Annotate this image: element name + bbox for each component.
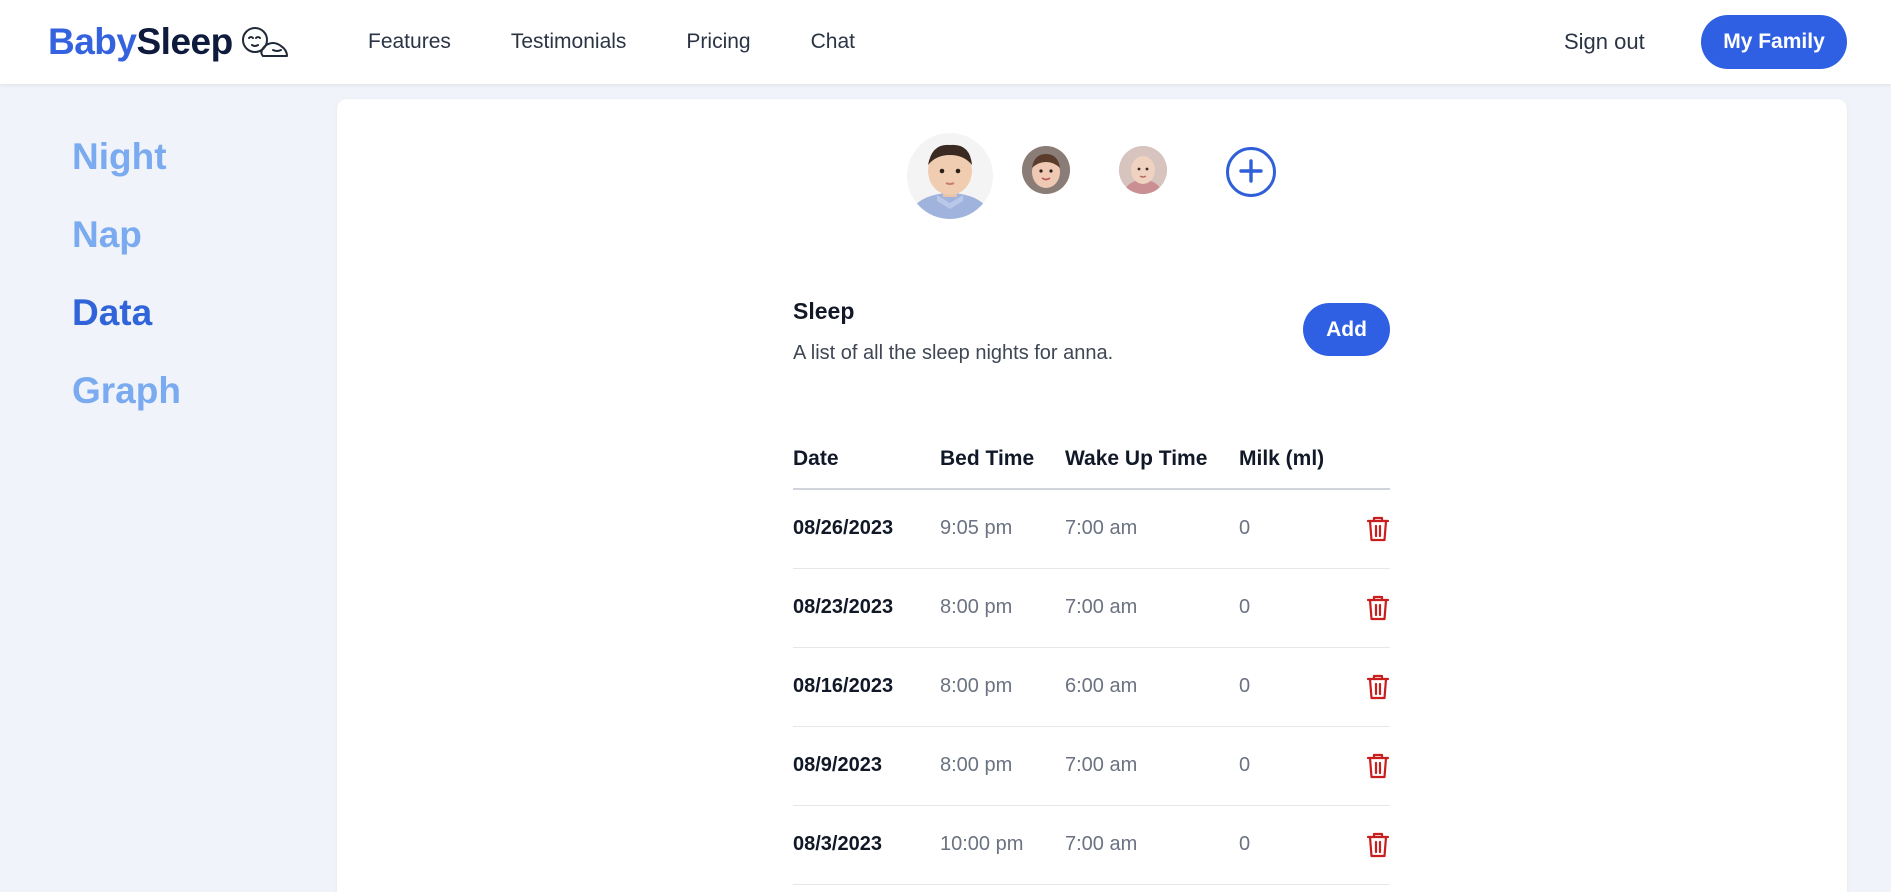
delete-cell (1349, 647, 1390, 727)
table-row: 08/3/2023 10:00 pm 7:00 am 0 (793, 805, 1390, 885)
column-header-wake-up-time: Wake Up Time (1065, 429, 1239, 490)
table-row: 08/23/2023 8:00 pm 7:00 am 0 (793, 568, 1390, 648)
delete-cell (1349, 489, 1390, 569)
table-row: 08/26/2023 9:05 pm 7:00 am 0 (793, 489, 1390, 569)
table-header-row: Date Bed Time Wake Up Time Milk (ml) (793, 429, 1390, 490)
sidebar-item-nap[interactable]: Nap (72, 206, 181, 284)
sidebar-item-graph[interactable]: Graph (72, 362, 181, 440)
column-header-milk: Milk (ml) (1239, 429, 1349, 490)
column-header-actions (1349, 429, 1390, 490)
child-selector (337, 99, 1847, 229)
cell-date: 08/3/2023 (793, 805, 940, 885)
sleep-section-subtitle: A list of all the sleep nights for anna. (793, 342, 1114, 364)
cell-milk: 0 (1239, 726, 1349, 806)
plus-circle-icon (1238, 154, 1264, 190)
cell-milk: 0 (1239, 647, 1349, 727)
sign-out-link[interactable]: Sign out (1564, 0, 1645, 84)
main-card: Sleep A list of all the sleep nights for… (337, 99, 1847, 892)
nav-link-chat[interactable]: Chat (811, 30, 855, 54)
table-row: 08/16/2023 8:00 pm 6:00 am 0 (793, 647, 1390, 727)
trash-icon[interactable] (1366, 673, 1390, 701)
top-nav-bar: Baby Sleep Features Testimonials Pricing … (0, 0, 1891, 84)
cell-bed-time: 8:00 pm (940, 726, 1065, 806)
logo-text-sleep: Sleep (136, 21, 233, 62)
cell-milk: 0 (1239, 805, 1349, 885)
delete-cell (1349, 805, 1390, 885)
brand-logo[interactable]: Baby Sleep (48, 18, 291, 66)
sidebar-item-night[interactable]: Night (72, 128, 181, 206)
cell-wake-time: 6:00 am (1065, 647, 1239, 727)
cell-date: 08/23/2023 (793, 568, 940, 648)
cell-milk: 0 (1239, 489, 1349, 569)
sleep-table: Date Bed Time Wake Up Time Milk (ml) 08/… (793, 429, 1390, 885)
my-family-button[interactable]: My Family (1701, 15, 1847, 69)
nav-link-pricing[interactable]: Pricing (686, 30, 750, 54)
column-header-date: Date (793, 429, 940, 490)
cell-wake-time: 7:00 am (1065, 568, 1239, 648)
logo-text-baby: Baby (48, 21, 137, 62)
sleep-section-title: Sleep (793, 298, 855, 324)
cell-wake-time: 7:00 am (1065, 489, 1239, 569)
main-nav: Features Testimonials Pricing Chat (368, 0, 855, 84)
cell-date: 08/16/2023 (793, 647, 940, 727)
table-row: 08/9/2023 8:00 pm 7:00 am 0 (793, 726, 1390, 806)
sidebar-item-data[interactable]: Data (72, 284, 181, 362)
nav-link-testimonials[interactable]: Testimonials (511, 30, 627, 54)
cell-wake-time: 7:00 am (1065, 805, 1239, 885)
nav-link-features[interactable]: Features (368, 30, 451, 54)
column-header-bed-time: Bed Time (940, 429, 1065, 490)
cell-bed-time: 8:00 pm (940, 647, 1065, 727)
cell-bed-time: 8:00 pm (940, 568, 1065, 648)
trash-icon[interactable] (1366, 831, 1390, 859)
trash-icon[interactable] (1366, 594, 1390, 622)
sleeping-baby-icon (239, 24, 291, 60)
cell-bed-time: 9:05 pm (940, 489, 1065, 569)
add-sleep-button[interactable]: Add (1303, 303, 1390, 356)
delete-cell (1349, 726, 1390, 806)
cell-date: 08/26/2023 (793, 489, 940, 569)
delete-cell (1349, 568, 1390, 648)
child-avatar[interactable] (907, 133, 993, 219)
child-avatar[interactable] (1022, 146, 1070, 194)
trash-icon[interactable] (1366, 515, 1390, 543)
child-avatar[interactable] (1119, 146, 1167, 194)
sidebar: Night Nap Data Graph (72, 128, 181, 440)
cell-wake-time: 7:00 am (1065, 726, 1239, 806)
cell-bed-time: 10:00 pm (940, 805, 1065, 885)
trash-icon[interactable] (1366, 752, 1390, 780)
cell-date: 08/9/2023 (793, 726, 940, 806)
add-child-button[interactable] (1226, 147, 1276, 197)
cell-milk: 0 (1239, 568, 1349, 648)
